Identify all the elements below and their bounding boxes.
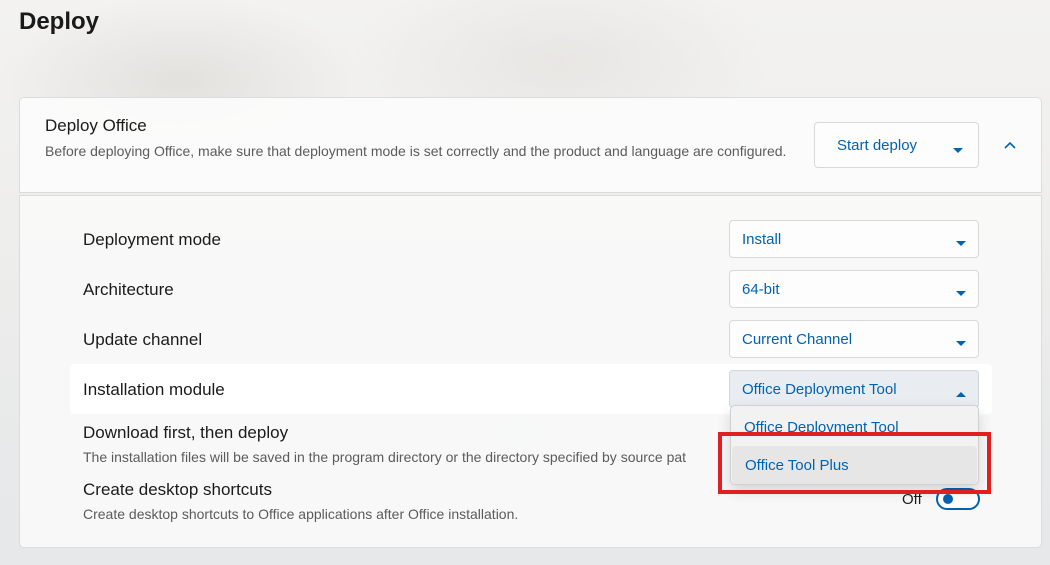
deploy-office-description: Before deploying Office, make sure that … bbox=[45, 143, 787, 159]
desktop-shortcuts-description: Create desktop shortcuts to Office appli… bbox=[83, 506, 519, 522]
chevron-down-icon bbox=[955, 335, 967, 352]
highlight-box bbox=[718, 432, 991, 494]
installation-module-select[interactable]: Office Deployment Tool bbox=[729, 370, 979, 408]
toggle-knob bbox=[943, 494, 953, 504]
architecture-select[interactable]: 64-bit bbox=[729, 270, 979, 308]
update-channel-select[interactable]: Current Channel bbox=[729, 320, 979, 358]
start-deploy-label: Start deploy bbox=[837, 137, 918, 154]
deploy-office-card-header[interactable]: Deploy Office Before deploying Office, m… bbox=[19, 97, 1042, 193]
start-deploy-button[interactable]: Start deploy bbox=[814, 122, 979, 168]
deployment-mode-select[interactable]: Install bbox=[729, 220, 979, 258]
chevron-up-icon bbox=[955, 385, 967, 402]
architecture-value: 64-bit bbox=[742, 281, 780, 298]
page-title: Deploy bbox=[19, 8, 100, 35]
download-first-label: Download first, then deploy bbox=[83, 423, 289, 442]
update-channel-value: Current Channel bbox=[742, 331, 853, 348]
installation-module-value: Office Deployment Tool bbox=[742, 381, 897, 398]
deploy-office-title: Deploy Office bbox=[45, 116, 147, 135]
deployment-mode-label: Deployment mode bbox=[83, 230, 221, 249]
deployment-mode-value: Install bbox=[742, 231, 782, 248]
chevron-down-icon bbox=[955, 235, 967, 252]
chevron-down-icon[interactable] bbox=[952, 142, 964, 159]
download-first-description: The installation files will be saved in … bbox=[83, 449, 687, 465]
installation-module-label: Installation module bbox=[83, 380, 225, 399]
collapse-button[interactable] bbox=[998, 134, 1022, 158]
chevron-up-icon bbox=[1004, 141, 1016, 149]
architecture-label: Architecture bbox=[83, 280, 174, 299]
update-channel-label: Update channel bbox=[83, 330, 203, 349]
desktop-shortcuts-label: Create desktop shortcuts bbox=[83, 480, 272, 499]
chevron-down-icon bbox=[955, 285, 967, 302]
